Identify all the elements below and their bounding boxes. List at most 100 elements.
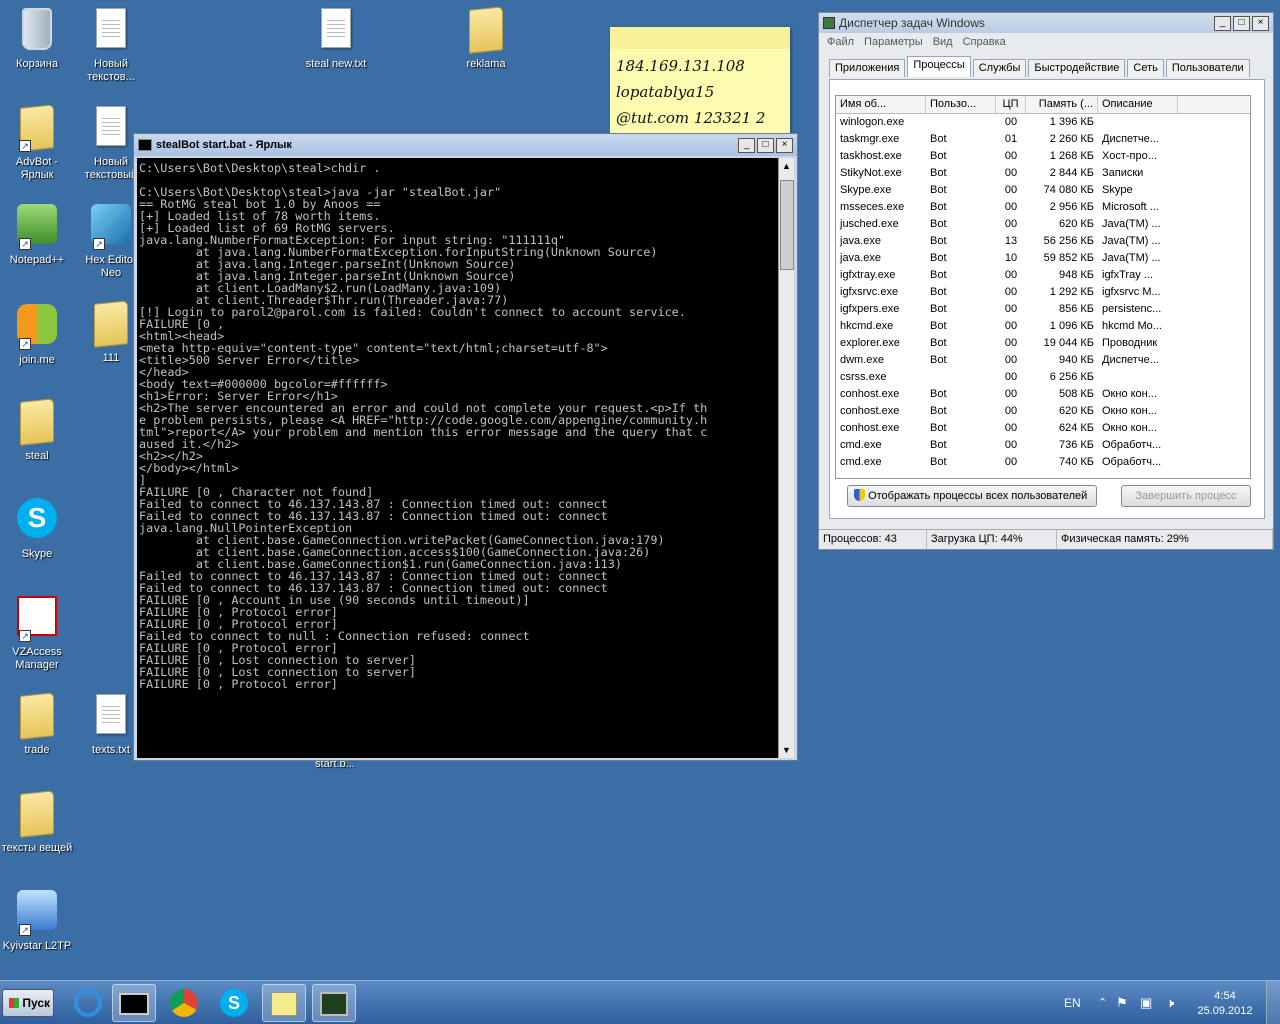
- console-output[interactable]: C:\Users\Bot\Desktop\steal>chdir . C:\Us…: [137, 158, 779, 758]
- taskbar-ie-button[interactable]: [66, 984, 110, 1022]
- tab-processes[interactable]: Процессы: [907, 56, 971, 77]
- process-description: Java(TM) ...: [1102, 252, 1161, 264]
- desktop-shortcut-notepadpp[interactable]: ↗ Notepad++: [0, 204, 74, 267]
- menu-options[interactable]: Параметры: [864, 33, 923, 51]
- close-button[interactable]: ×: [1252, 15, 1269, 31]
- column-header-name[interactable]: Имя об...: [836, 96, 926, 113]
- desktop-icon-label: steal: [25, 450, 49, 462]
- column-header-user[interactable]: Пользо...: [926, 96, 996, 113]
- desktop-shortcut-joinme[interactable]: ↗ join.me: [0, 304, 74, 367]
- end-process-button[interactable]: Завершить процесс: [1121, 485, 1251, 507]
- process-description: Записки: [1102, 167, 1144, 179]
- console-scrollbar[interactable]: ▲ ▼: [778, 158, 794, 758]
- process-user: Bot: [930, 235, 947, 247]
- minimize-button[interactable]: _: [1214, 15, 1231, 31]
- column-header-memory[interactable]: Память (...: [1026, 96, 1098, 113]
- tab-services[interactable]: Службы: [972, 59, 1027, 77]
- process-row[interactable]: msseces.exe Bot 00 2 956 КБ Microsoft ...: [836, 199, 1250, 216]
- process-cpu: 01: [1004, 133, 1018, 145]
- desktop-folder-steal[interactable]: steal: [0, 398, 74, 463]
- show-desktop-button[interactable]: [1266, 981, 1280, 1024]
- process-row[interactable]: conhost.exe Bot 00 508 КБ Окно кон...: [836, 386, 1250, 403]
- process-row[interactable]: dwm.exe Bot 00 940 КБ Диспетче...: [836, 352, 1250, 369]
- taskmgr-titlebar[interactable]: Диспетчер задач Windows _ □ ×: [819, 13, 1273, 33]
- scroll-down-icon[interactable]: ▼: [779, 742, 794, 758]
- process-description: hkcmd Mo...: [1102, 320, 1162, 332]
- process-row[interactable]: cmd.exe Bot 00 736 КБ Обработч...: [836, 437, 1250, 454]
- clock[interactable]: 4:54 25.09.2012: [1190, 981, 1260, 1024]
- menu-view[interactable]: Вид: [933, 33, 953, 51]
- scroll-up-icon[interactable]: ▲: [779, 158, 794, 174]
- maximize-button[interactable]: □: [757, 137, 774, 153]
- menu-help[interactable]: Справка: [963, 33, 1006, 51]
- process-row[interactable]: java.exe Bot 13 56 256 КБ Java(TM) ...: [836, 233, 1250, 250]
- process-name: conhost.exe: [840, 388, 900, 400]
- taskbar-sticky-notes-button[interactable]: [262, 984, 306, 1022]
- taskbar-cmd-button[interactable]: [112, 984, 156, 1022]
- action-center-flag-icon[interactable]: ⚑: [1116, 981, 1128, 1024]
- show-all-processes-button[interactable]: Отображать процессы всех пользователей: [847, 485, 1097, 507]
- sticky-note-header[interactable]: [610, 27, 790, 49]
- start-button[interactable]: Пуск: [2, 989, 54, 1017]
- scrollbar-thumb[interactable]: [780, 180, 794, 270]
- desktop-folder-reklama[interactable]: reklama: [449, 6, 523, 71]
- task-manager-window[interactable]: Диспетчер задач Windows _ □ × Файл Парам…: [818, 12, 1274, 550]
- process-row[interactable]: conhost.exe Bot 00 620 КБ Окно кон...: [836, 403, 1250, 420]
- tab-users[interactable]: Пользователи: [1165, 59, 1250, 77]
- console-titlebar[interactable]: stealBot start.bat - Ярлык _ □ ×: [134, 134, 797, 156]
- process-name: java.exe: [840, 235, 881, 247]
- process-user: Bot: [930, 439, 947, 451]
- sticky-note[interactable]: 184.169.131.108 lopatablya15 @tut.com 12…: [610, 27, 790, 137]
- desktop-shortcut-vzaccess[interactable]: ↗ VZAccess Manager: [0, 596, 74, 672]
- maximize-button[interactable]: □: [1233, 15, 1250, 31]
- menu-file[interactable]: Файл: [827, 33, 854, 51]
- recycle-bin-icon[interactable]: Корзина: [0, 8, 74, 71]
- column-header-description[interactable]: Описание: [1098, 96, 1178, 113]
- process-row[interactable]: cmd.exe Bot 00 740 КБ Обработч...: [836, 454, 1250, 471]
- process-user: Bot: [930, 133, 947, 145]
- process-row[interactable]: igfxsrvc.exe Bot 00 1 292 КБ igfxsrvc M...: [836, 284, 1250, 301]
- process-description: Диспетче...: [1102, 133, 1159, 145]
- process-row[interactable]: hkcmd.exe Bot 00 1 096 КБ hkcmd Mo...: [836, 318, 1250, 335]
- minimize-button[interactable]: _: [738, 137, 755, 153]
- desktop-file-steal-new[interactable]: steal new.txt: [299, 8, 373, 71]
- process-row[interactable]: igfxpers.exe Bot 00 856 КБ persistenc...: [836, 301, 1250, 318]
- process-row[interactable]: jusched.exe Bot 00 620 КБ Java(TM) ...: [836, 216, 1250, 233]
- skype-icon: S: [17, 498, 57, 538]
- tab-network[interactable]: Сеть: [1127, 59, 1164, 77]
- process-user: Bot: [930, 405, 947, 417]
- desktop-shortcut-advbot[interactable]: ↗ AdvBot - Ярлык: [0, 104, 74, 182]
- taskbar-taskmgr-button[interactable]: [312, 984, 356, 1022]
- desktop-folder-trade[interactable]: trade: [0, 692, 74, 757]
- show-hidden-icons-icon[interactable]: ⌃: [1098, 981, 1107, 1024]
- close-button[interactable]: ×: [776, 137, 793, 153]
- note-line: 184.169.131.108: [616, 57, 745, 75]
- tab-performance[interactable]: Быстродействие: [1028, 59, 1126, 77]
- taskbar-skype-button[interactable]: S: [212, 984, 256, 1022]
- process-row[interactable]: csrss.exe 00 6 256 КБ: [836, 369, 1250, 386]
- console-window[interactable]: stealBot start.bat - Ярлык _ □ × C:\User…: [133, 133, 798, 761]
- process-row[interactable]: Skype.exe Bot 00 74 080 КБ Skype: [836, 182, 1250, 199]
- process-row[interactable]: StikyNot.exe Bot 00 2 844 КБ Записки: [836, 165, 1250, 182]
- process-row[interactable]: java.exe Bot 10 59 852 КБ Java(TM) ...: [836, 250, 1250, 267]
- process-row[interactable]: conhost.exe Bot 00 624 КБ Окно кон...: [836, 420, 1250, 437]
- process-list[interactable]: Имя об... Пользо... ЦП Память (... Описа…: [835, 95, 1251, 479]
- desktop-shortcut-skype[interactable]: S Skype: [0, 498, 74, 561]
- process-row[interactable]: taskhost.exe Bot 00 1 268 КБ Хост-про...: [836, 148, 1250, 165]
- process-row[interactable]: igfxtray.exe Bot 00 948 КБ igfxTray ...: [836, 267, 1250, 284]
- desktop-file-new-text[interactable]: Новый текстов...: [74, 8, 148, 84]
- desktop-folder-texts-items[interactable]: тексты вещей: [0, 790, 74, 855]
- column-header-cpu[interactable]: ЦП: [996, 96, 1026, 113]
- process-row[interactable]: explorer.exe Bot 00 19 044 КБ Проводник: [836, 335, 1250, 352]
- language-indicator[interactable]: EN: [1064, 981, 1081, 1024]
- process-user: Bot: [930, 269, 947, 281]
- desktop-shortcut-kyivstar[interactable]: ↗ Kyivstar L2TP: [0, 890, 74, 953]
- process-row[interactable]: winlogon.exe 00 1 396 КБ: [836, 114, 1250, 131]
- volume-muted-icon[interactable]: 🕨: [1166, 981, 1174, 1024]
- taskmgr-icon: [823, 17, 835, 29]
- windows-logo-icon: [9, 998, 19, 1008]
- process-row[interactable]: taskmgr.exe Bot 01 2 260 КБ Диспетче...: [836, 131, 1250, 148]
- taskbar-chrome-button[interactable]: [162, 984, 206, 1022]
- tab-applications[interactable]: Приложения: [829, 59, 906, 77]
- network-icon[interactable]: ▣: [1140, 981, 1152, 1024]
